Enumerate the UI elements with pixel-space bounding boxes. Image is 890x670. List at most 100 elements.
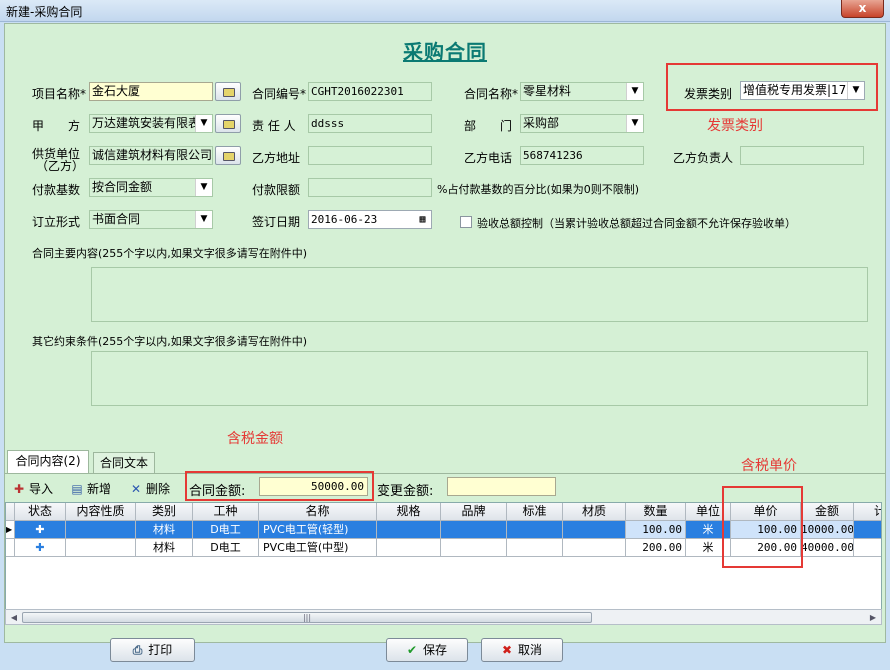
close-icon: ✖ <box>501 643 513 657</box>
chevron-down-icon[interactable]: ▼ <box>626 115 643 132</box>
row-qty[interactable]: 200.00 <box>626 539 686 557</box>
acceptance-check-label: 验收总额控制（当累计验收总额超过合同金额不允许保存验收单） <box>477 217 796 230</box>
grid-horizontal-scrollbar[interactable]: ◀ ||| ▶ <box>5 609 882 625</box>
project-label: 项目名称* <box>32 87 87 101</box>
invoice-annotation: 发票类别 <box>707 118 763 134</box>
chevron-down-icon[interactable]: ▼ <box>195 179 212 196</box>
amount-highlight-box <box>185 471 374 501</box>
sign-date-field[interactable]: 2016-06-23 ▦ <box>308 210 432 229</box>
invoice-highlight-box <box>666 63 878 111</box>
price-highlight-box <box>722 486 803 568</box>
tab-contract-text[interactable]: 合同文本 <box>93 452 155 473</box>
col-standard[interactable]: 标准 <box>507 503 563 521</box>
tax-price-annotation: 含税单价 <box>741 458 797 474</box>
party-b-owner-field[interactable] <box>740 146 864 165</box>
import-icon: ✚ <box>13 482 25 496</box>
row-name[interactable]: PVC电工管(中型) <box>259 539 377 557</box>
row-category[interactable]: 材料 <box>136 521 193 539</box>
row-material[interactable] <box>563 539 626 557</box>
row-spec[interactable] <box>377 521 441 539</box>
change-amount-label: 变更金额: <box>377 484 434 499</box>
row-amount[interactable]: 10000.00 <box>801 521 854 539</box>
dept-label: 部 门 <box>464 119 513 133</box>
pay-base-select[interactable]: 按合同金额 ▼ <box>89 178 213 197</box>
col-qty[interactable]: 数量 <box>626 503 686 521</box>
col-name[interactable]: 名称 <box>259 503 377 521</box>
project-picker-button[interactable] <box>215 82 241 101</box>
row-trade[interactable]: D电工 <box>193 521 259 539</box>
supplier-picker-button[interactable] <box>215 146 241 165</box>
save-button[interactable]: ✔ 保存 <box>386 638 468 662</box>
col-category[interactable]: 类别 <box>136 503 193 521</box>
col-amount[interactable]: 金额 <box>801 503 854 521</box>
contract-name-field[interactable]: 零星材料 ▼ <box>520 82 644 101</box>
window-titlebar: 新建-采购合同 x <box>0 0 890 22</box>
chevron-down-icon[interactable]: ▼ <box>626 83 643 100</box>
window-title: 新建-采购合同 <box>6 5 83 19</box>
col-content-nature[interactable]: 内容性质 <box>66 503 136 521</box>
col-spec[interactable]: 规格 <box>377 503 441 521</box>
party-a-value: 万达建筑安装有限表 <box>92 116 201 130</box>
pay-limit-field[interactable] <box>308 178 432 197</box>
dept-select[interactable]: 采购部 ▼ <box>520 114 644 133</box>
chevron-down-icon[interactable]: ▼ <box>195 115 212 132</box>
tab-divider <box>5 473 885 474</box>
row-material[interactable] <box>563 521 626 539</box>
supplier-field[interactable]: 诚信建筑材料有限公司 <box>89 146 213 165</box>
row-category[interactable]: 材料 <box>136 539 193 557</box>
col-status[interactable]: 状态 <box>15 503 66 521</box>
cancel-button[interactable]: ✖ 取消 <box>481 638 563 662</box>
import-button[interactable]: ✚ 导入 <box>12 480 53 497</box>
main-content-label: 合同主要内容(255个字以内,如果文字很多请写在附件中) <box>32 247 308 260</box>
col-material[interactable]: 材质 <box>563 503 626 521</box>
row-extra[interactable] <box>854 521 881 539</box>
scrollbar-thumb[interactable]: ||| <box>22 612 592 623</box>
party-a-field[interactable]: 万达建筑安装有限表 ▼ <box>89 114 213 133</box>
import-label: 导入 <box>29 482 54 496</box>
party-b-owner-label: 乙方负责人 <box>673 151 734 165</box>
row-name[interactable]: PVC电工管(轻型) <box>259 521 377 539</box>
close-button[interactable]: x <box>841 0 884 18</box>
party-b-addr-label: 乙方地址 <box>252 151 301 165</box>
row-spec[interactable] <box>377 539 441 557</box>
col-trade[interactable]: 工种 <box>193 503 259 521</box>
supplier-sublabel: （乙方） <box>36 159 85 173</box>
printer-icon: ⎙ <box>132 643 143 657</box>
responsible-field[interactable]: ddsss <box>308 114 432 133</box>
main-content-textarea[interactable] <box>91 267 868 322</box>
other-terms-textarea[interactable] <box>91 351 868 406</box>
scroll-right-icon[interactable]: ▶ <box>866 611 880 624</box>
print-button[interactable]: ⎙ 打印 <box>110 638 195 662</box>
row-qty[interactable]: 100.00 <box>626 521 686 539</box>
contract-no-label: 合同编号* <box>252 87 307 101</box>
party-b-addr-field[interactable] <box>308 146 432 165</box>
form-type-value: 书面合同 <box>92 212 141 226</box>
add-button[interactable]: ▤ 新增 <box>70 480 111 497</box>
row-brand[interactable] <box>441 539 507 557</box>
scroll-left-icon[interactable]: ◀ <box>7 611 21 624</box>
row-standard[interactable] <box>507 521 563 539</box>
row-brand[interactable] <box>441 521 507 539</box>
party-a-picker-button[interactable] <box>215 114 241 133</box>
contract-no-field[interactable]: CGHT2016022301 <box>308 82 432 101</box>
col-extra[interactable]: 计 <box>854 503 881 521</box>
tab-contract-content[interactable]: 合同内容(2) <box>7 450 89 473</box>
calendar-icon[interactable]: ▦ <box>414 211 431 228</box>
party-b-phone-field[interactable]: 568741236 <box>520 146 644 165</box>
row-trade[interactable]: D电工 <box>193 539 259 557</box>
delete-button[interactable]: ✕ 删除 <box>129 480 170 497</box>
row-content-nature[interactable] <box>66 539 136 557</box>
grid-indicator-header <box>6 503 15 521</box>
row-standard[interactable] <box>507 539 563 557</box>
row-extra[interactable] <box>854 539 881 557</box>
col-brand[interactable]: 品牌 <box>441 503 507 521</box>
chevron-down-icon[interactable]: ▼ <box>195 211 212 228</box>
form-type-select[interactable]: 书面合同 ▼ <box>89 210 213 229</box>
acceptance-checkbox[interactable] <box>460 216 472 228</box>
row-amount[interactable]: 40000.00 <box>801 539 854 557</box>
new-document-icon: ▤ <box>71 482 83 496</box>
row-content-nature[interactable] <box>66 521 136 539</box>
cancel-label: 取消 <box>518 643 543 657</box>
change-amount-field[interactable] <box>447 477 556 496</box>
project-field[interactable]: 金石大厦 <box>89 82 213 101</box>
